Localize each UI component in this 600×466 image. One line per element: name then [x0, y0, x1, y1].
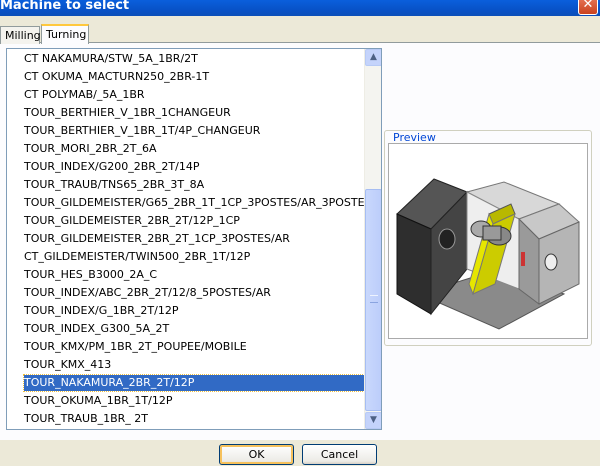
- list-item[interactable]: CT NAKAMURA/STW_5A_1BR/2T: [24, 51, 364, 67]
- list-item[interactable]: CT POLYMAB/_5A_1BR: [24, 87, 364, 103]
- list-item[interactable]: CT OKUMA_MACTURN250_2BR-1T: [24, 69, 364, 85]
- list-item[interactable]: TOUR_GILDEMEISTER_2BR_2T/12P_1CP: [24, 213, 364, 229]
- list-item[interactable]: TOUR_TRAUB/TNS65_2BR_3T_8A: [24, 177, 364, 193]
- tab-turning[interactable]: Turning: [41, 24, 89, 44]
- vertical-scrollbar[interactable]: ▲ ▼: [364, 49, 381, 429]
- list-item[interactable]: TOUR_HES_B3000_2A_C: [24, 267, 364, 283]
- list-item[interactable]: TOUR_GILDEMEISTER/G65_2BR_1T_1CP_3POSTES…: [24, 195, 365, 211]
- machine-list[interactable]: CT NAKAMURA/STW_5A_1BR/2T CT OKUMA_MACTUR…: [6, 48, 382, 430]
- list-item[interactable]: TOUR_KMX_413: [24, 357, 364, 373]
- list-item[interactable]: TOUR_INDEX/G200_2BR_2T/14P: [24, 159, 364, 175]
- scroll-down-button[interactable]: ▼: [365, 412, 381, 429]
- dialog-footer: [0, 440, 600, 466]
- machine-3d-model-icon: [396, 178, 580, 330]
- list-item[interactable]: TOUR_OKUMA_1BR_1T/12P: [24, 393, 364, 409]
- ok-button[interactable]: OK: [219, 444, 294, 465]
- chevron-down-icon: ▼: [370, 415, 377, 425]
- close-icon: ✕: [582, 0, 594, 12]
- list-item[interactable]: TOUR_INDEX_G300_5A_2T: [24, 321, 364, 337]
- chevron-up-icon: ▲: [370, 52, 377, 62]
- list-item[interactable]: CT_GILDEMEISTER/TWIN500_2BR_1T/12P: [24, 249, 364, 265]
- list-item[interactable]: TOUR_MORI_2BR_2T_6A: [24, 141, 364, 157]
- close-button[interactable]: ✕: [578, 0, 598, 15]
- list-item[interactable]: TOUR_BERTHIER_V_1BR_1CHANGEUR: [24, 105, 364, 121]
- scroll-up-button[interactable]: ▲: [365, 49, 381, 66]
- list-item[interactable]: TOUR_INDEX/G_1BR_2T/12P: [24, 303, 364, 319]
- list-item[interactable]: TOUR_TRAUB_1BR_ 2T: [24, 411, 364, 427]
- cancel-button[interactable]: Cancel: [302, 444, 377, 465]
- list-item[interactable]: TOUR_INDEX/ABC_2BR_2T/12/8_5POSTES/AR: [24, 285, 364, 301]
- scroll-thumb[interactable]: [365, 189, 381, 411]
- list-item[interactable]: TOUR_KMX/PM_1BR_2T_POUPEE/MOBILE: [24, 339, 364, 355]
- title-bar: Machine to select ✕: [0, 0, 600, 16]
- list-item[interactable]: TOUR_GILDEMEISTER_2BR_2T_1CP_3POSTES/AR: [24, 231, 364, 247]
- list-item[interactable]: TOUR_BERTHIER_V_1BR_1T/4P_CHANGEUR: [24, 123, 364, 139]
- list-item[interactable]: TOUR_NAKAMURA_2BR_2T/12P: [23, 374, 365, 392]
- tab-milling[interactable]: Milling: [0, 26, 41, 44]
- window-title: Machine to select: [0, 0, 130, 13]
- preview-image: [388, 143, 588, 339]
- grip-icon: [370, 295, 378, 303]
